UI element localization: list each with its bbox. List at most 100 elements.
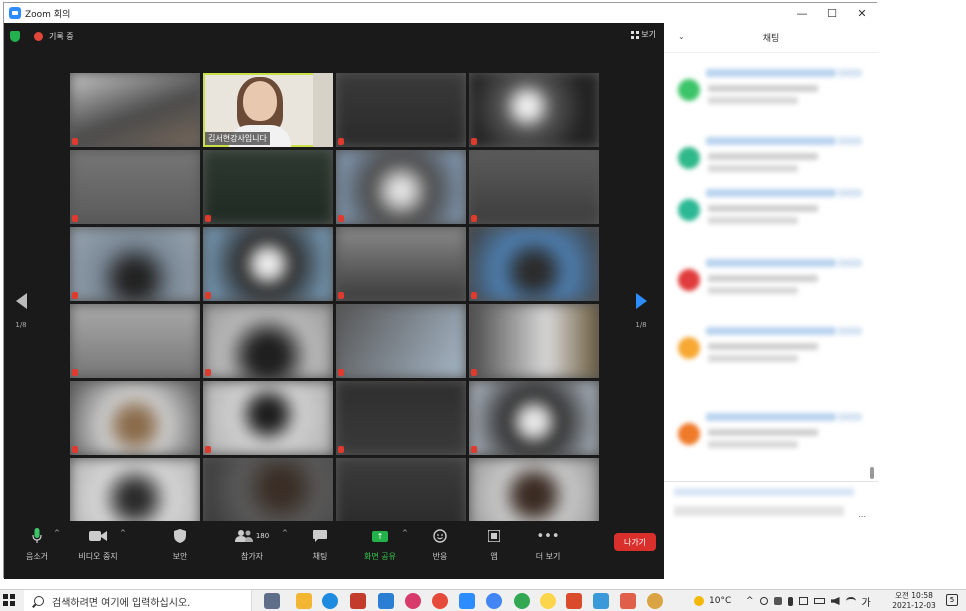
system-tray: ^ 가 [746, 590, 871, 611]
edge-browser-icon[interactable] [322, 593, 338, 609]
app-icon[interactable] [405, 593, 421, 609]
mic-muted-icon [205, 369, 211, 376]
participant-tile[interactable] [70, 227, 200, 301]
previous-page-button[interactable]: 1/8 [14, 293, 28, 329]
chat-header: ⌄ 채팅 [664, 23, 878, 53]
tray-app-icon[interactable] [798, 597, 808, 605]
taskbar-clock[interactable]: 오전 10:58 2021-12-03 [884, 590, 944, 611]
active-speaker-tile[interactable]: 김서현강사입니다 [203, 73, 333, 147]
chrome-icon[interactable] [486, 593, 502, 609]
chat-message [678, 137, 868, 197]
speaker-name-tag: 김서현강사입니다 [205, 132, 270, 145]
mail-icon[interactable] [378, 593, 394, 609]
participant-tile[interactable] [70, 73, 200, 147]
stop-video-button[interactable]: 비디오 중지 [68, 527, 128, 562]
chat-scrollbar[interactable] [870, 467, 874, 479]
participant-tile[interactable] [203, 381, 333, 455]
zoom-taskbar-icon[interactable] [459, 593, 475, 609]
clock-time: 오전 10:58 [895, 591, 933, 600]
close-button[interactable]: ✕ [846, 3, 878, 23]
view-button[interactable]: 보기 [631, 29, 656, 40]
avatar [678, 147, 700, 169]
windows-start-icon[interactable] [3, 594, 15, 606]
chevron-down-icon[interactable]: ⌄ [678, 32, 685, 41]
windows-taskbar: 검색하려면 여기에 입력하십시오. 10°C ^ 가 오전 10:58 2021… [0, 589, 966, 611]
chat-input[interactable] [674, 506, 844, 516]
participant-tile[interactable] [469, 227, 599, 301]
battery-icon[interactable] [813, 598, 825, 604]
participant-tile[interactable] [70, 150, 200, 224]
mic-muted-icon [471, 446, 477, 453]
more-button[interactable]: ••• 더 보기 [518, 527, 578, 562]
app-icon[interactable] [647, 593, 663, 609]
wifi-icon[interactable] [845, 597, 856, 605]
participant-tile[interactable] [469, 150, 599, 224]
volume-icon[interactable] [830, 597, 840, 605]
share-options-caret-icon[interactable]: ^ [402, 529, 408, 537]
participant-tile[interactable] [70, 304, 200, 378]
chat-more-button[interactable]: ... [858, 510, 866, 519]
minimize-button[interactable]: — [786, 3, 818, 23]
chat-recipient[interactable] [674, 488, 854, 496]
encryption-shield-icon[interactable] [10, 30, 20, 42]
participant-tile[interactable] [203, 227, 333, 301]
app-icon[interactable] [514, 593, 530, 609]
tray-app-icon[interactable] [773, 597, 782, 605]
mic-muted-icon [205, 292, 211, 299]
security-label: 보안 [172, 552, 188, 561]
weather-widget[interactable]: 10°C [694, 590, 731, 611]
notification-center-icon[interactable]: 5 [946, 594, 958, 606]
participant-tile[interactable] [336, 227, 466, 301]
participant-tile[interactable] [336, 381, 466, 455]
participant-tile[interactable] [336, 73, 466, 147]
participant-tile[interactable] [336, 150, 466, 224]
participants-caret-icon[interactable]: ^ [282, 529, 288, 537]
mic-muted-icon [72, 292, 78, 299]
leave-meeting-button[interactable]: 나가기 [614, 533, 656, 551]
video-options-caret-icon[interactable]: ^ [120, 529, 126, 537]
participant-gallery: 김서현강사입니다 [70, 73, 600, 532]
app-icon[interactable] [593, 593, 609, 609]
video-area: 기록 중 보기 1/8 김서현강사입니다 1/8 [4, 23, 664, 579]
tray-app-icon[interactable] [759, 597, 768, 605]
mic-muted-icon [471, 292, 477, 299]
app-icon[interactable] [620, 593, 636, 609]
powerpoint-icon[interactable] [566, 593, 582, 609]
mic-muted-icon [471, 138, 477, 145]
ime-indicator[interactable]: 가 [862, 594, 871, 609]
chat-button[interactable]: 채팅 [290, 527, 350, 562]
participant-tile[interactable] [70, 381, 200, 455]
store-icon[interactable] [350, 593, 366, 609]
participant-tile[interactable] [469, 381, 599, 455]
next-page-button[interactable]: 1/8 [634, 293, 648, 329]
share-screen-icon: ↑ [372, 530, 388, 542]
taskbar-search[interactable]: 검색하려면 여기에 입력하십시오. [24, 590, 252, 611]
participants-button[interactable]: 180 참가자 [222, 527, 282, 562]
clock-date: 2021-12-03 [892, 601, 936, 610]
kakaotalk-icon[interactable] [540, 593, 556, 609]
reactions-button[interactable]: 반응 [410, 527, 470, 562]
audio-options-caret-icon[interactable]: ^ [54, 529, 60, 537]
share-screen-button[interactable]: ↑ 화면 공유 [350, 527, 410, 562]
stop-video-label: 비디오 중지 [78, 552, 118, 561]
avatar [678, 79, 700, 101]
app-icon[interactable] [432, 593, 448, 609]
microphone-tray-icon[interactable] [787, 596, 793, 606]
apps-icon [464, 527, 524, 545]
chat-message [678, 69, 868, 129]
mic-muted-icon [471, 369, 477, 376]
apps-button[interactable]: 앱 [464, 527, 524, 562]
security-button[interactable]: 보안 [150, 527, 210, 562]
maximize-button[interactable]: ☐ [816, 3, 848, 23]
file-explorer-icon[interactable] [296, 593, 312, 609]
mic-muted-icon [205, 446, 211, 453]
participant-tile[interactable] [336, 304, 466, 378]
task-view-icon[interactable] [264, 593, 280, 609]
participant-tile[interactable] [203, 304, 333, 378]
participant-tile[interactable] [203, 150, 333, 224]
chat-message [678, 189, 868, 249]
participant-tile[interactable] [469, 73, 599, 147]
meeting-toolbar: 음소거 ^ 비디오 중지 ^ 보안 180 참가자 ^ 채팅 ↑ 화면 공유 ^… [4, 521, 664, 579]
chevron-up-icon[interactable]: ^ [746, 596, 754, 606]
participant-tile[interactable] [469, 304, 599, 378]
